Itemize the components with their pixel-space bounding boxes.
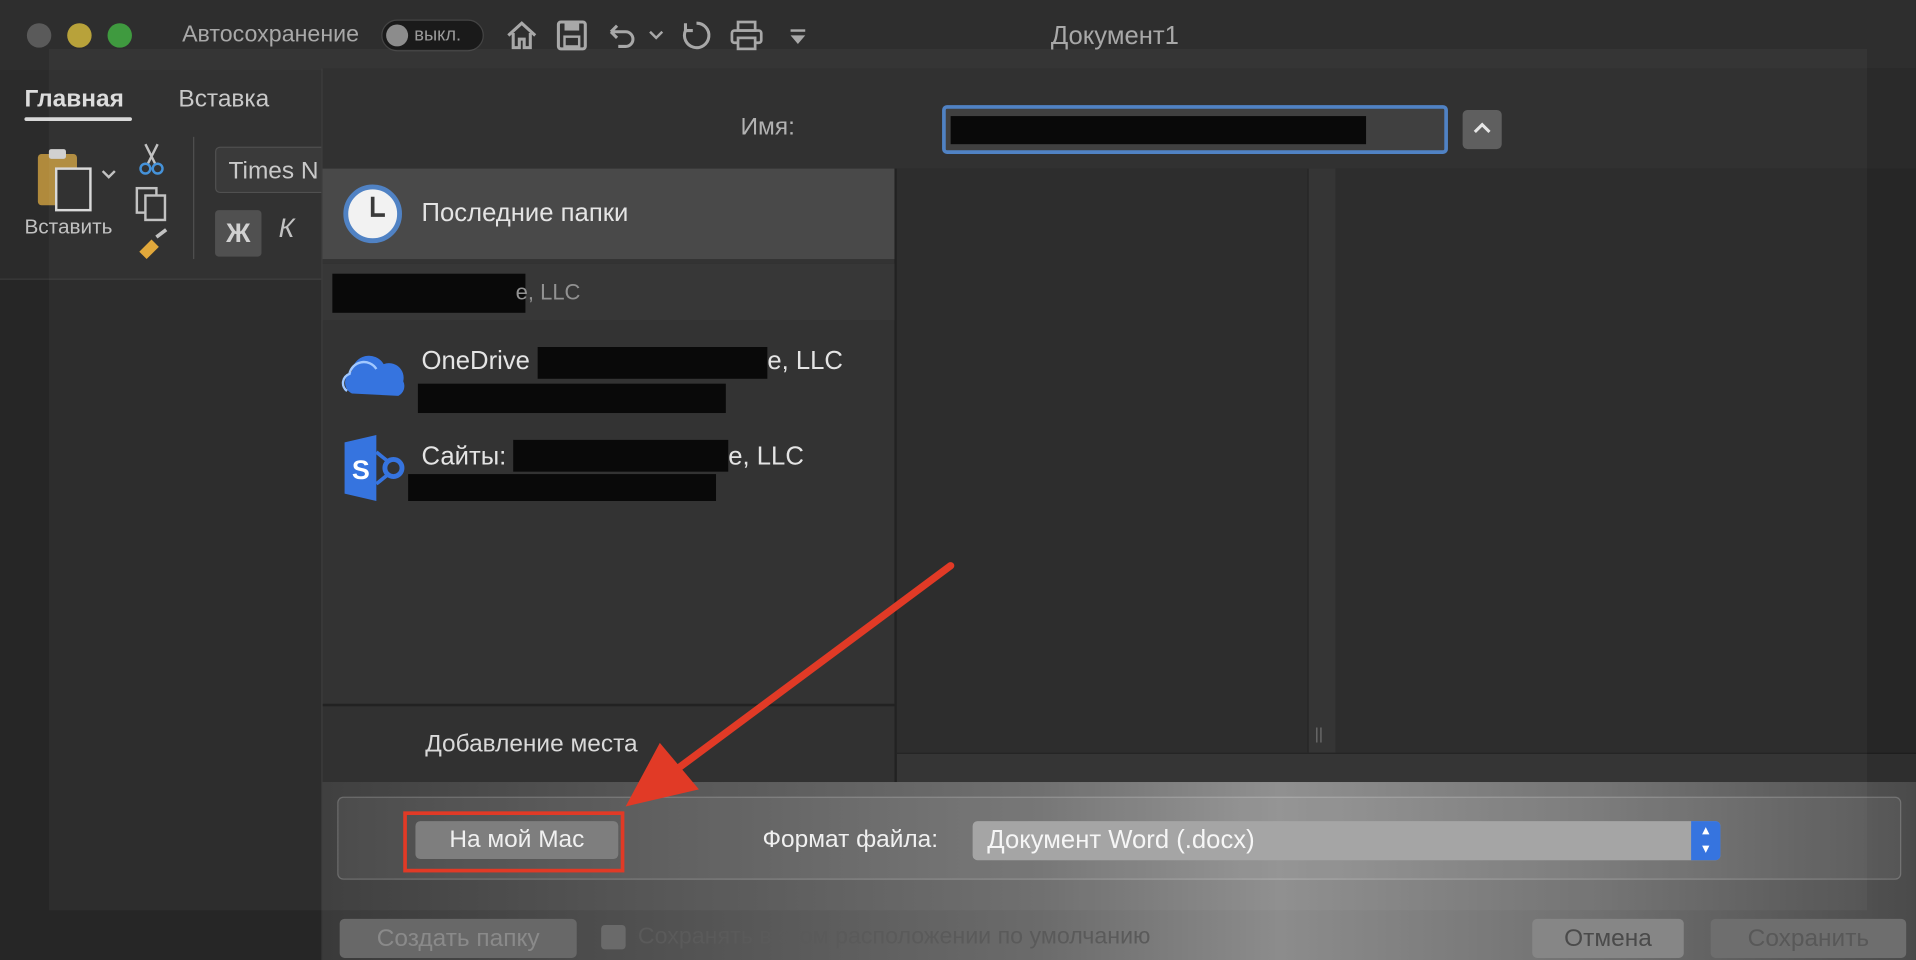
ribbon-divider bbox=[193, 136, 195, 260]
locations-sidebar: Последние папки e, LLC OneDrive e, LLC S… bbox=[322, 168, 897, 783]
customize-icon[interactable] bbox=[787, 27, 809, 47]
redacted-text bbox=[537, 347, 768, 379]
save-button[interactable]: Сохранить bbox=[1710, 918, 1907, 958]
close-window-button[interactable] bbox=[26, 23, 52, 48]
column-resize-handle[interactable]: || bbox=[1307, 168, 1337, 753]
autosave-state: выкл. bbox=[414, 24, 462, 46]
ribbon: Главная Вставка Вставить Times N Ж К bbox=[0, 70, 350, 280]
autosave-label: Автосохранение bbox=[182, 21, 360, 48]
autosave-toggle[interactable]: выкл. bbox=[381, 19, 484, 52]
sidebar-item-recent-folders[interactable]: Последние папки bbox=[322, 168, 895, 260]
home-icon[interactable] bbox=[503, 17, 540, 54]
paste-icon[interactable] bbox=[34, 147, 95, 213]
onedrive-cloud-icon bbox=[341, 355, 405, 396]
browser-column-1[interactable] bbox=[896, 168, 1308, 753]
default-location-label: Сохранять в этом расположении по умолчан… bbox=[637, 923, 1151, 950]
format-painter-icon[interactable] bbox=[134, 227, 171, 264]
redacted-text bbox=[513, 439, 729, 472]
name-row: Имя: bbox=[322, 68, 1916, 169]
onedrive-title-suffix: e, LLC bbox=[767, 347, 843, 376]
file-format-value: Документ Word (.docx) bbox=[987, 826, 1255, 855]
filename-input[interactable] bbox=[942, 105, 1448, 154]
toggle-knob bbox=[386, 24, 409, 47]
minimize-window-button[interactable] bbox=[67, 23, 92, 48]
sidebar-item-sharepoint-sites[interactable]: S Сайты: e, LLC bbox=[323, 423, 895, 523]
org-header-text: e, LLC bbox=[515, 279, 581, 305]
document-canvas bbox=[0, 279, 322, 960]
browser-footer bbox=[896, 752, 1916, 784]
browser-column-2[interactable] bbox=[1335, 168, 1916, 753]
redacted-account bbox=[408, 474, 717, 501]
redo-icon[interactable] bbox=[678, 17, 715, 54]
file-format-select[interactable]: Документ Word (.docx) ▴ ▾ bbox=[972, 821, 1721, 861]
tab-insert[interactable]: Вставка bbox=[178, 86, 269, 114]
resize-grip-icon: || bbox=[1314, 724, 1324, 743]
recent-folders-label: Последние папки bbox=[421, 199, 629, 228]
italic-button[interactable]: К bbox=[279, 213, 295, 245]
zoom-window-button[interactable] bbox=[107, 23, 132, 48]
redacted-org-name bbox=[332, 273, 526, 313]
undo-icon[interactable] bbox=[604, 17, 641, 54]
add-place-button[interactable]: Добавление места bbox=[425, 731, 637, 759]
font-name-value: Times N bbox=[228, 157, 319, 185]
tab-home[interactable]: Главная bbox=[24, 86, 123, 114]
sharepoint-title-suffix: e, LLC bbox=[728, 442, 804, 471]
chevron-down-icon[interactable] bbox=[100, 166, 117, 183]
paste-label: Вставить bbox=[24, 215, 113, 239]
save-icon[interactable] bbox=[554, 17, 591, 54]
copy-icon[interactable] bbox=[134, 186, 168, 223]
name-label: Имя: bbox=[740, 113, 795, 141]
sharepoint-title: Сайты: bbox=[421, 442, 507, 471]
annotation-highlight-box bbox=[403, 811, 625, 873]
file-format-label: Формат файла: bbox=[762, 826, 939, 853]
updown-chevron-icon: ▴ ▾ bbox=[1691, 821, 1721, 861]
expand-dialog-button[interactable] bbox=[1462, 109, 1502, 150]
chevron-down-icon[interactable] bbox=[648, 27, 665, 44]
dialog-bottom-area: На мой Mac Формат файла: Документ Word (… bbox=[322, 782, 1916, 960]
save-dialog: Имя: Последние папки e, LLC OneDrive e, … bbox=[321, 68, 1916, 960]
svg-text:S: S bbox=[352, 455, 370, 485]
organization-header: e, LLC bbox=[322, 263, 895, 321]
window-titlebar: Автосохранение выкл. Документ1 bbox=[0, 0, 1916, 73]
onedrive-title: OneDrive bbox=[421, 347, 530, 376]
active-tab-indicator bbox=[24, 117, 132, 121]
print-icon[interactable] bbox=[728, 17, 765, 54]
cut-icon[interactable] bbox=[137, 142, 166, 176]
sharepoint-icon: S bbox=[344, 434, 405, 501]
default-location-checkbox[interactable] bbox=[601, 924, 626, 950]
cancel-button[interactable]: Отмена bbox=[1532, 918, 1684, 958]
chevron-up-icon bbox=[1473, 122, 1491, 134]
redacted-account bbox=[417, 383, 726, 414]
bold-button[interactable]: Ж bbox=[215, 210, 262, 257]
create-folder-button[interactable]: Создать папку bbox=[339, 918, 577, 958]
sidebar-item-onedrive[interactable]: OneDrive e, LLC bbox=[323, 327, 895, 422]
clock-icon bbox=[343, 184, 403, 244]
document-title: Документ1 bbox=[1050, 21, 1179, 51]
redacted-filename bbox=[950, 116, 1367, 145]
